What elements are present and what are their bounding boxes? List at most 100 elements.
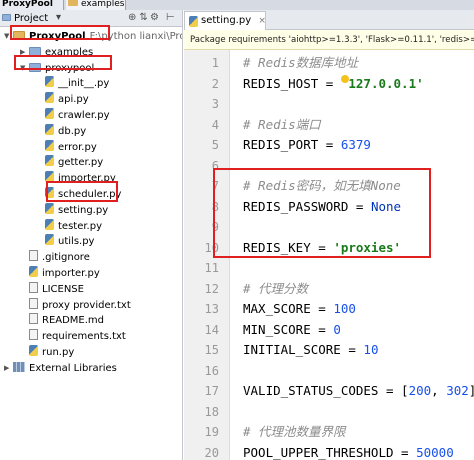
code-token: 10 bbox=[363, 342, 379, 357]
tree-item-label: examples bbox=[45, 46, 94, 58]
code-line[interactable]: # 代理分数 bbox=[243, 279, 308, 300]
tree-item-label: .gitignore bbox=[42, 252, 90, 264]
code-token: # Redis端口 bbox=[243, 116, 321, 132]
code-token: # 代理池数量界限 bbox=[243, 424, 346, 439]
close-icon[interactable]: × bbox=[258, 16, 266, 26]
line-number: 18 bbox=[204, 404, 219, 419]
tree-item-label: db.py bbox=[58, 125, 87, 137]
tree-item-label: importer.py bbox=[42, 268, 100, 279]
breadcrumb-project[interactable]: ProxyPool bbox=[0, 0, 64, 10]
tree-item-label: __init__.py bbox=[58, 78, 110, 90]
line-number: 12 bbox=[204, 281, 219, 296]
tree-item-label: ProxyPool bbox=[29, 31, 86, 42]
tree-item[interactable]: .gitignore bbox=[20, 250, 90, 265]
tree-item[interactable]: README.md bbox=[20, 313, 104, 328]
gear-icon[interactable]: ⚙ bbox=[150, 11, 159, 25]
code-line[interactable]: MAX_SCORE = 100 bbox=[243, 299, 356, 320]
tab-setting-py[interactable]: setting.py × bbox=[184, 11, 266, 30]
code-token: 6379 bbox=[340, 137, 371, 152]
chevron-right-icon[interactable]: ▶ bbox=[4, 361, 13, 376]
breadcrumb-examples[interactable]: examples bbox=[66, 0, 126, 10]
tree-item[interactable]: tester.py bbox=[36, 218, 102, 234]
tree-item[interactable]: requirements.txt bbox=[20, 329, 126, 344]
text-file-icon bbox=[29, 313, 38, 325]
breadcrumb-project-label: ProxyPool bbox=[2, 0, 53, 9]
line-number: 9 bbox=[211, 220, 219, 234]
tree-item[interactable]: LICENSE bbox=[20, 281, 84, 297]
code-token: POOL_UPPER_THRESHOLD = bbox=[243, 444, 417, 460]
code-line[interactable]: REDIS_PORT = 6379 bbox=[243, 135, 371, 156]
tree-item[interactable]: db.py bbox=[36, 123, 87, 139]
tree-item[interactable]: scheduler.py bbox=[36, 187, 121, 202]
text-file-icon bbox=[29, 329, 38, 341]
folder-icon bbox=[13, 31, 25, 40]
line-number: 5 bbox=[211, 138, 219, 152]
package-requirements-notice[interactable]: Package requirements 'aiohttp>=1.3.3', '… bbox=[184, 30, 474, 50]
chevron-down-icon[interactable]: ▼ bbox=[20, 61, 29, 76]
tree-item[interactable]: ▶ External Libraries bbox=[4, 361, 117, 376]
tree-item-path: F:\python lianxi\ProxyPool bbox=[89, 31, 182, 42]
tree-item[interactable]: getter.py bbox=[36, 155, 103, 170]
code-line[interactable]: # Redis密码，如无填None bbox=[243, 176, 401, 197]
tree-item[interactable]: run.py bbox=[20, 345, 74, 360]
tree-item[interactable]: crawler.py bbox=[36, 108, 109, 123]
tree-item[interactable]: importer.py bbox=[36, 171, 116, 186]
code-token: 'proxies' bbox=[333, 239, 402, 255]
line-number: 19 bbox=[204, 425, 219, 439]
code-line[interactable]: MIN_SCORE = 0 bbox=[243, 320, 341, 341]
lightbulb-icon[interactable] bbox=[341, 75, 349, 83]
code-line[interactable]: VALID_STATUS_CODES = [200, 302] bbox=[243, 381, 474, 402]
python-file-icon bbox=[45, 187, 54, 198]
tab-label: setting.py bbox=[201, 15, 252, 26]
line-number: 3 bbox=[211, 97, 219, 111]
code-token: VALID_STATUS_CODES = [ bbox=[243, 383, 409, 398]
line-number: 16 bbox=[204, 363, 219, 378]
navigation-bar: ProxyPool examples bbox=[0, 0, 474, 10]
tree-item[interactable]: importer.py bbox=[20, 266, 100, 281]
code-line[interactable]: # Redis端口 bbox=[243, 115, 321, 136]
code-token: ] bbox=[469, 383, 474, 398]
tree-item-label: crawler.py bbox=[58, 110, 110, 121]
code-line[interactable]: REDIS_HOST = '127.0.0.1' bbox=[243, 74, 424, 95]
code-token: MIN_SCORE = bbox=[243, 321, 334, 337]
code-token: 200 bbox=[408, 383, 432, 398]
tree-item[interactable]: ▶ examples bbox=[20, 45, 93, 60]
line-number: 8 bbox=[211, 199, 219, 214]
tree-item[interactable]: error.py bbox=[36, 139, 97, 155]
python-file-icon bbox=[45, 202, 54, 214]
chevron-down-icon[interactable]: ▾ bbox=[56, 11, 61, 25]
line-number: 4 bbox=[211, 117, 219, 132]
python-file-icon bbox=[45, 139, 54, 151]
code-line[interactable]: # Redis数据库地址 bbox=[243, 53, 358, 74]
code-token: REDIS_HOST = bbox=[243, 75, 341, 91]
tree-item-label: README.md bbox=[42, 315, 105, 327]
hide-panel-icon[interactable]: ⊢ bbox=[166, 11, 175, 25]
tree-item[interactable]: proxy provider.txt bbox=[20, 297, 131, 313]
header-actions: ⊕⇅ bbox=[128, 11, 151, 25]
code-token: # Redis密码，如无填None bbox=[243, 178, 401, 193]
python-file-icon bbox=[29, 345, 38, 356]
code-line[interactable]: POOL_UPPER_THRESHOLD = 50000 bbox=[243, 443, 454, 460]
code-line[interactable]: INITIAL_SCORE = 10 bbox=[243, 340, 378, 361]
tree-item[interactable]: api.py bbox=[36, 92, 89, 107]
breadcrumb-examples-label: examples bbox=[81, 0, 125, 9]
line-number: 10 bbox=[204, 240, 219, 255]
tree-item[interactable]: ▼ proxypool bbox=[20, 61, 94, 76]
python-file-icon bbox=[45, 155, 54, 167]
chevron-down-icon[interactable]: ▼ bbox=[4, 29, 13, 44]
scroll-from-source-icon[interactable]: ⊕ bbox=[128, 12, 139, 23]
code-line[interactable]: REDIS_PASSWORD = None bbox=[243, 197, 401, 218]
line-number: 20 bbox=[204, 445, 219, 460]
code-line[interactable]: # 代理池数量界限 bbox=[243, 422, 346, 443]
chevron-right-icon[interactable]: ▶ bbox=[20, 45, 29, 60]
tree-item-label: importer.py bbox=[58, 173, 116, 185]
code-token: # Redis数据库地址 bbox=[243, 55, 359, 70]
code-token: 0 bbox=[333, 321, 341, 337]
code-line[interactable]: REDIS_KEY = 'proxies' bbox=[243, 238, 401, 259]
code-token: INITIAL_SCORE = bbox=[243, 342, 364, 357]
tree-item[interactable]: __init__.py bbox=[36, 76, 109, 91]
project-view-title[interactable]: Project bbox=[14, 12, 48, 25]
tree-item[interactable]: utils.py bbox=[36, 234, 94, 249]
tree-item[interactable]: ▼ ProxyPoolF:\python lianxi\ProxyPool bbox=[4, 29, 182, 44]
tree-item[interactable]: setting.py bbox=[36, 202, 108, 218]
